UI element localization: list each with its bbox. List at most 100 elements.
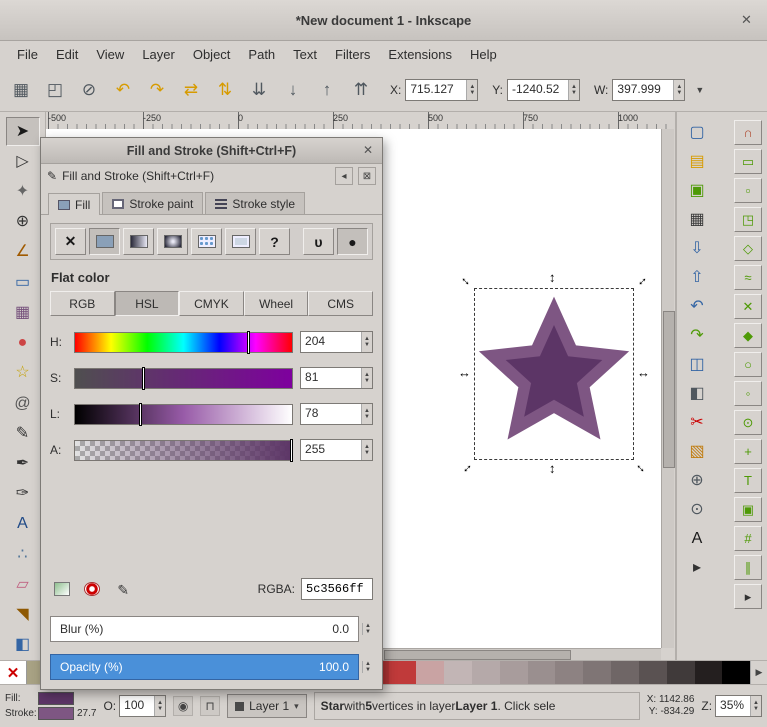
hue-slider[interactable]: [74, 332, 293, 353]
lightness-slider[interactable]: [74, 404, 293, 425]
palette-swatch-16[interactable]: [472, 661, 500, 684]
spin-down-button[interactable]: ▼: [365, 667, 371, 673]
snap-grids-button[interactable]: #: [734, 526, 762, 551]
zoom-drawing-button[interactable]: ⊕: [683, 468, 711, 494]
menu-layer[interactable]: Layer: [133, 43, 184, 66]
dialog-titlebar[interactable]: Fill and Stroke (Shift+Ctrl+F) ✕: [41, 138, 382, 164]
dialog-close-icon[interactable]: ✕: [363, 143, 373, 157]
lower-to-bottom-button[interactable]: ⇊: [244, 75, 274, 105]
tool-rectangle[interactable]: ▭: [6, 268, 40, 297]
flip-vertical-button[interactable]: ⇅: [210, 75, 240, 105]
print-button[interactable]: ▦: [683, 207, 711, 233]
mode-rgb-button[interactable]: RGB: [50, 291, 115, 316]
object-opacity-spinbox[interactable]: 100 ▲▼: [119, 695, 166, 717]
duplicate-button[interactable]: ◫: [683, 352, 711, 378]
alpha-spinbox[interactable]: 255 ▲▼: [300, 439, 373, 461]
paint-flat-color-button[interactable]: [89, 228, 120, 255]
select-all-layers-button[interactable]: ◰: [40, 75, 70, 105]
spin-buttons[interactable]: ▲▼: [361, 332, 372, 352]
saturation-slider-marker[interactable]: [142, 367, 145, 390]
zoom-spinbox[interactable]: 35% ▲▼: [715, 695, 762, 717]
snap-smooth-nodes-button[interactable]: ○: [734, 352, 762, 377]
tool-tweak[interactable]: ✦: [6, 177, 40, 206]
cut-button[interactable]: ✂: [683, 410, 711, 436]
paint-unknown-paint-button[interactable]: ?: [259, 228, 290, 255]
tool-eraser[interactable]: ▱: [6, 570, 40, 599]
tool-star[interactable]: ☆: [6, 359, 40, 388]
new-document-button[interactable]: ▢: [683, 120, 711, 146]
spin-buttons[interactable]: ▲▼: [154, 696, 165, 716]
spin-buttons[interactable]: ▲▼: [362, 661, 373, 673]
palette-swatch-19[interactable]: [555, 661, 583, 684]
tool-spray[interactable]: ∴: [6, 540, 40, 569]
redo-button[interactable]: ↷: [683, 323, 711, 349]
tool-measure[interactable]: ∠: [6, 238, 40, 267]
export-button[interactable]: ⇧: [683, 265, 711, 291]
commands-overflow-button[interactable]: ▸: [683, 555, 711, 581]
paint-radial-gradient-button[interactable]: [157, 228, 188, 255]
paint-swatch-button[interactable]: [225, 228, 256, 255]
palette-swatch-18[interactable]: [528, 661, 556, 684]
raise-button[interactable]: ↑: [312, 75, 342, 105]
snap-toggle-button[interactable]: ∩: [734, 120, 762, 145]
mode-cms-button[interactable]: CMS: [308, 291, 373, 316]
spin-buttons[interactable]: ▲▼: [362, 623, 373, 635]
y-spinbox[interactable]: -1240.52 ▲▼: [507, 79, 580, 101]
paint-pattern-button[interactable]: [191, 228, 222, 255]
lightness-slider-marker[interactable]: [139, 403, 142, 426]
tool-bezier-pen[interactable]: ✒: [6, 449, 40, 478]
panel-close-button[interactable]: ⊠: [358, 167, 376, 185]
selection-handle-nw[interactable]: ↔: [457, 271, 475, 289]
save-document-button[interactable]: ▣: [683, 178, 711, 204]
tool-text[interactable]: A: [6, 510, 40, 539]
selection-handle-s[interactable]: ↔: [547, 463, 560, 476]
menu-filters[interactable]: Filters: [326, 43, 379, 66]
snap-bbox-corners-button[interactable]: ◳: [734, 207, 762, 232]
selection-handle-n[interactable]: ↔: [547, 272, 560, 285]
palette-swatch-20[interactable]: [583, 661, 611, 684]
rgba-input[interactable]: [301, 578, 373, 600]
fill-rule-evenodd-button[interactable]: υ: [303, 228, 334, 255]
vertical-scroll-thumb[interactable]: [663, 311, 675, 469]
window-close-icon[interactable]: ✕: [738, 11, 755, 28]
flip-horizontal-button[interactable]: ⇄: [176, 75, 206, 105]
snap-intersections-button[interactable]: ✕: [734, 294, 762, 319]
lightness-spinbox[interactable]: 78 ▲▼: [300, 403, 373, 425]
palette-swatch-23[interactable]: [667, 661, 695, 684]
menu-help[interactable]: Help: [461, 43, 506, 66]
tool-paint-bucket[interactable]: ◥: [6, 601, 40, 630]
x-spinbox[interactable]: 715.127 ▲▼: [405, 79, 478, 101]
spin-buttons[interactable]: ▲▼: [673, 80, 684, 100]
panel-dock-button[interactable]: ◂: [335, 167, 353, 185]
snap-cusp-nodes-button[interactable]: ◆: [734, 323, 762, 348]
tool-pencil[interactable]: ✎: [6, 419, 40, 448]
palette-swatch-17[interactable]: [500, 661, 528, 684]
paint-no-paint-button[interactable]: ✕: [55, 228, 86, 255]
menu-object[interactable]: Object: [184, 43, 240, 66]
snap-guides-button[interactable]: ∥: [734, 555, 762, 580]
tool-ellipse[interactable]: ●: [6, 329, 40, 358]
zoom-page-button[interactable]: ⊙: [683, 497, 711, 523]
palette-swatch-25[interactable]: [722, 661, 750, 684]
mode-wheel-button[interactable]: Wheel: [244, 291, 309, 316]
select-all-button[interactable]: ▦: [6, 75, 36, 105]
tab-stroke-style[interactable]: Stroke style: [205, 192, 305, 214]
spin-down-button[interactable]: ▼: [469, 90, 475, 96]
snap-text-baselines-button[interactable]: T: [734, 468, 762, 493]
toolbar-overflow-icon[interactable]: ▼: [695, 85, 704, 95]
snap-object-centers-button[interactable]: ⊙: [734, 410, 762, 435]
spin-down-button[interactable]: ▼: [365, 629, 371, 635]
layer-visibility-icon[interactable]: ◉: [173, 696, 193, 716]
spin-buttons[interactable]: ▲▼: [361, 368, 372, 388]
snap-overflow-button[interactable]: ▸: [734, 584, 762, 609]
copy-button[interactable]: ◧: [683, 381, 711, 407]
alpha-slider-marker[interactable]: [290, 439, 293, 462]
paint-linear-gradient-button[interactable]: [123, 228, 154, 255]
menu-path[interactable]: Path: [239, 43, 284, 66]
snap-midpoints-button[interactable]: ◦: [734, 381, 762, 406]
snap-rotation-centers-button[interactable]: +: [734, 439, 762, 464]
star-shape[interactable]: [492, 311, 615, 428]
spin-down-button[interactable]: ▼: [364, 450, 370, 456]
mode-cmyk-button[interactable]: CMYK: [179, 291, 244, 316]
raise-to-top-button[interactable]: ⇈: [346, 75, 376, 105]
